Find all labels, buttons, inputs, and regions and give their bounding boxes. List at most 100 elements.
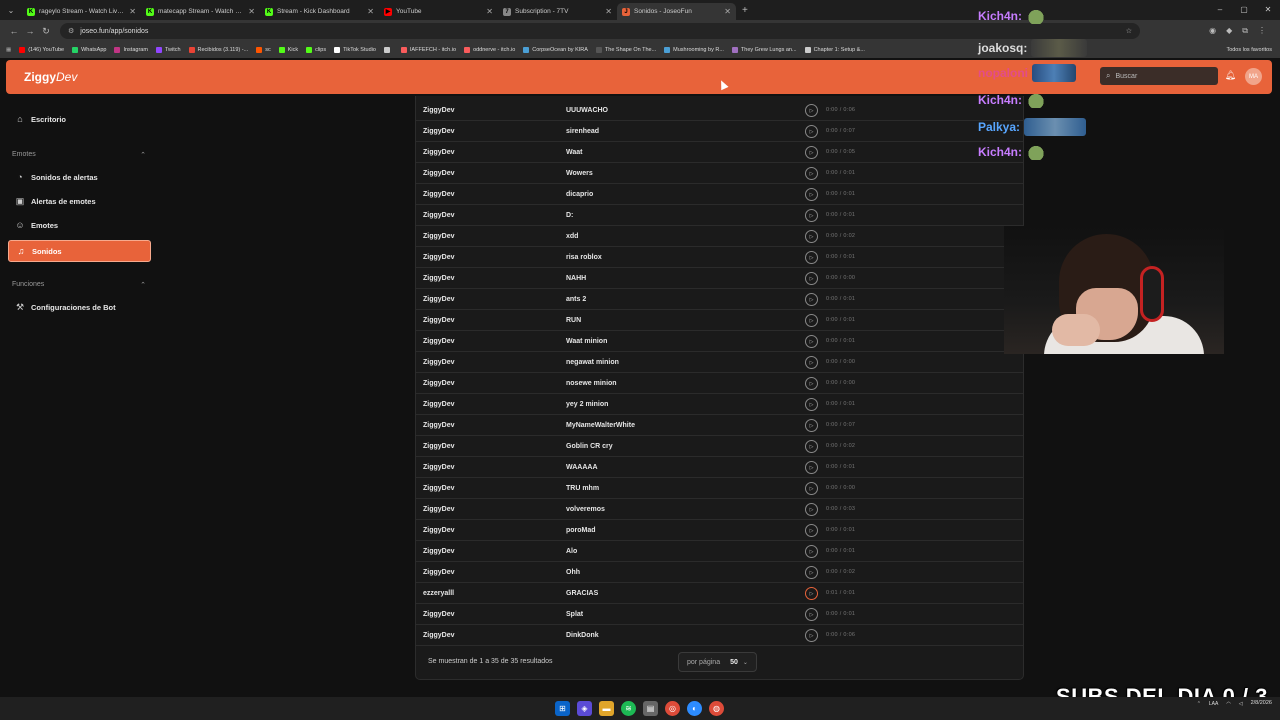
- close-tab-icon[interactable]: ✕: [129, 7, 136, 16]
- new-tab-icon[interactable]: +: [742, 5, 748, 16]
- play-icon[interactable]: ▷: [805, 293, 818, 306]
- copilot-icon[interactable]: ◈: [577, 701, 592, 716]
- row-user: ZiggyDev: [423, 568, 455, 576]
- back-icon[interactable]: ←: [6, 26, 22, 36]
- puzzle-icon[interactable]: ⧉: [1242, 26, 1248, 36]
- sidebar-item-config-bot[interactable]: ⚒ Configuraciones de Bot: [8, 297, 151, 317]
- site-info-icon[interactable]: ⚙: [68, 27, 74, 35]
- per-page-select[interactable]: por página 50 ⌄: [678, 652, 757, 672]
- lang-indicator[interactable]: LAA: [1209, 701, 1218, 707]
- play-icon[interactable]: ▷: [805, 356, 818, 369]
- bookmark-item[interactable]: TikTok Studio: [334, 47, 376, 53]
- browser-tab[interactable]: Kmatecapp Stream - Watch Live ✕: [141, 3, 260, 20]
- bookmark-item[interactable]: Mushrooming by R...: [664, 47, 724, 53]
- bookmark-item[interactable]: Chapter 1: Setup &...: [804, 47, 865, 53]
- wifi-icon[interactable]: ◠: [1226, 701, 1230, 707]
- play-icon[interactable]: ▷: [805, 608, 818, 621]
- play-icon[interactable]: ▷: [805, 566, 818, 579]
- close-tab-icon[interactable]: ✕: [248, 7, 255, 16]
- chrome-profile-icon[interactable]: ◍: [709, 701, 724, 716]
- bookmark-item[interactable]: Instagram: [114, 47, 148, 53]
- app-logo[interactable]: ZiggyDev: [24, 70, 77, 84]
- play-icon[interactable]: ▷: [805, 377, 818, 390]
- play-icon[interactable]: ▷: [805, 629, 818, 642]
- menu-icon[interactable]: ⋮: [1258, 26, 1266, 36]
- bookmark-item[interactable]: (146) YouTube: [19, 47, 64, 53]
- bookmark-item[interactable]: oddnerve - itch.io: [464, 47, 515, 53]
- bookmark-item[interactable]: Twitch: [155, 47, 181, 53]
- play-icon[interactable]: ▷: [805, 587, 818, 600]
- bookmark-item[interactable]: WhatsApp: [72, 47, 106, 53]
- close-window-icon[interactable]: ✕: [1256, 0, 1280, 20]
- extension-icon[interactable]: ◉: [1209, 26, 1216, 36]
- sidebar-item-sonidos[interactable]: ♫ Sonidos: [8, 240, 151, 262]
- row-time: 0:00 / 0:07: [826, 422, 856, 428]
- bookmark-item[interactable]: IAFFEFCH - itch.io: [400, 47, 456, 53]
- sidebar-item-emotes[interactable]: ☺ Emotes: [8, 215, 151, 235]
- bookmark-item[interactable]: They Grew Lungs an...: [731, 47, 797, 53]
- edge-icon[interactable]: ◐: [687, 701, 702, 716]
- play-icon[interactable]: ▷: [805, 398, 818, 411]
- volume-icon[interactable]: ◁: [1239, 701, 1243, 707]
- play-icon[interactable]: ▷: [805, 125, 818, 138]
- play-icon[interactable]: ▷: [805, 503, 818, 516]
- extension-icon[interactable]: ◆: [1226, 26, 1232, 36]
- browser-tab[interactable]: ▶ YouTube ✕: [379, 3, 498, 20]
- play-icon[interactable]: ▷: [805, 146, 818, 159]
- chrome-icon[interactable]: ◎: [665, 701, 680, 716]
- spotify-icon[interactable]: ≋: [621, 701, 636, 716]
- play-icon[interactable]: ▷: [805, 524, 818, 537]
- start-icon[interactable]: ⊞: [555, 701, 570, 716]
- close-tab-icon[interactable]: ✕: [486, 7, 493, 16]
- bookmark-item[interactable]: Recibidos (3.119) -...: [188, 47, 248, 53]
- file-explorer-icon[interactable]: ▬: [599, 701, 614, 716]
- play-icon[interactable]: ▷: [805, 314, 818, 327]
- tab-title: YouTube: [396, 8, 422, 15]
- play-icon[interactable]: ▷: [805, 461, 818, 474]
- browser-tab[interactable]: K Stream - Kick Dashboard ✕: [260, 3, 379, 20]
- close-tab-icon[interactable]: ✕: [605, 7, 612, 16]
- play-icon[interactable]: ▷: [805, 230, 818, 243]
- play-icon[interactable]: ▷: [805, 335, 818, 348]
- clock[interactable]: 2/8/2026: [1251, 700, 1272, 707]
- tab-search-icon[interactable]: ⌄: [0, 0, 22, 20]
- close-tab-icon[interactable]: ✕: [724, 7, 731, 16]
- sidebar-item-alertas-emotes[interactable]: ▣ Alertas de emotes: [8, 191, 151, 211]
- sidebar-item-escritorio[interactable]: ⌂ Escritorio: [8, 109, 151, 129]
- play-icon[interactable]: ▷: [805, 167, 818, 180]
- sidebar-section-funciones[interactable]: Funciones ⌃: [12, 281, 146, 289]
- bookmark-item[interactable]: clips: [306, 47, 326, 53]
- play-icon[interactable]: ▷: [805, 251, 818, 264]
- bookmark-item[interactable]: CorpseOcean by KIRA: [523, 47, 588, 53]
- play-icon[interactable]: ▷: [805, 188, 818, 201]
- chevron-up-icon[interactable]: ⌃: [1197, 701, 1201, 707]
- chat-emote: [1031, 39, 1088, 57]
- play-icon[interactable]: ▷: [805, 209, 818, 222]
- browser-tab[interactable]: Krageylo Stream - Watch Live o ✕: [22, 3, 141, 20]
- bookmark-item[interactable]: [383, 47, 393, 53]
- avatar[interactable]: MA: [1245, 68, 1262, 85]
- bookmark-item[interactable]: Kick: [278, 47, 298, 53]
- play-icon[interactable]: ▷: [805, 482, 818, 495]
- reload-icon[interactable]: ↻: [38, 26, 54, 37]
- bookmark-item[interactable]: The Shape On The...: [595, 47, 656, 53]
- notifications-bell-icon[interactable]: 🔔︎: [1225, 70, 1236, 81]
- browser-tab[interactable]: J Sonidos - JoseoFun ✕: [617, 3, 736, 20]
- app-icon[interactable]: ▤: [643, 701, 658, 716]
- forward-icon[interactable]: →: [22, 26, 38, 36]
- minimize-icon[interactable]: –: [1208, 0, 1232, 20]
- close-tab-icon[interactable]: ✕: [367, 7, 374, 16]
- play-icon[interactable]: ▷: [805, 545, 818, 558]
- all-bookmarks[interactable]: Todos los favoritos: [1226, 42, 1272, 58]
- play-icon[interactable]: ▷: [805, 419, 818, 432]
- browser-tab[interactable]: 7 Subscription - 7TV ✕: [498, 3, 617, 20]
- play-icon[interactable]: ▷: [805, 272, 818, 285]
- sidebar-section-emotes[interactable]: Emotes ⌃: [12, 151, 146, 159]
- bookmark-favicon-icon: [306, 47, 313, 53]
- play-icon[interactable]: ▷: [805, 440, 818, 453]
- apps-icon[interactable]: ▦: [6, 47, 11, 53]
- maximize-icon[interactable]: ▢: [1232, 0, 1256, 20]
- bookmark-item[interactable]: sc: [256, 47, 271, 53]
- play-icon[interactable]: ▷: [805, 104, 818, 117]
- sidebar-item-sonidos-alertas[interactable]: ◔ Sonidos de alertas: [8, 167, 151, 187]
